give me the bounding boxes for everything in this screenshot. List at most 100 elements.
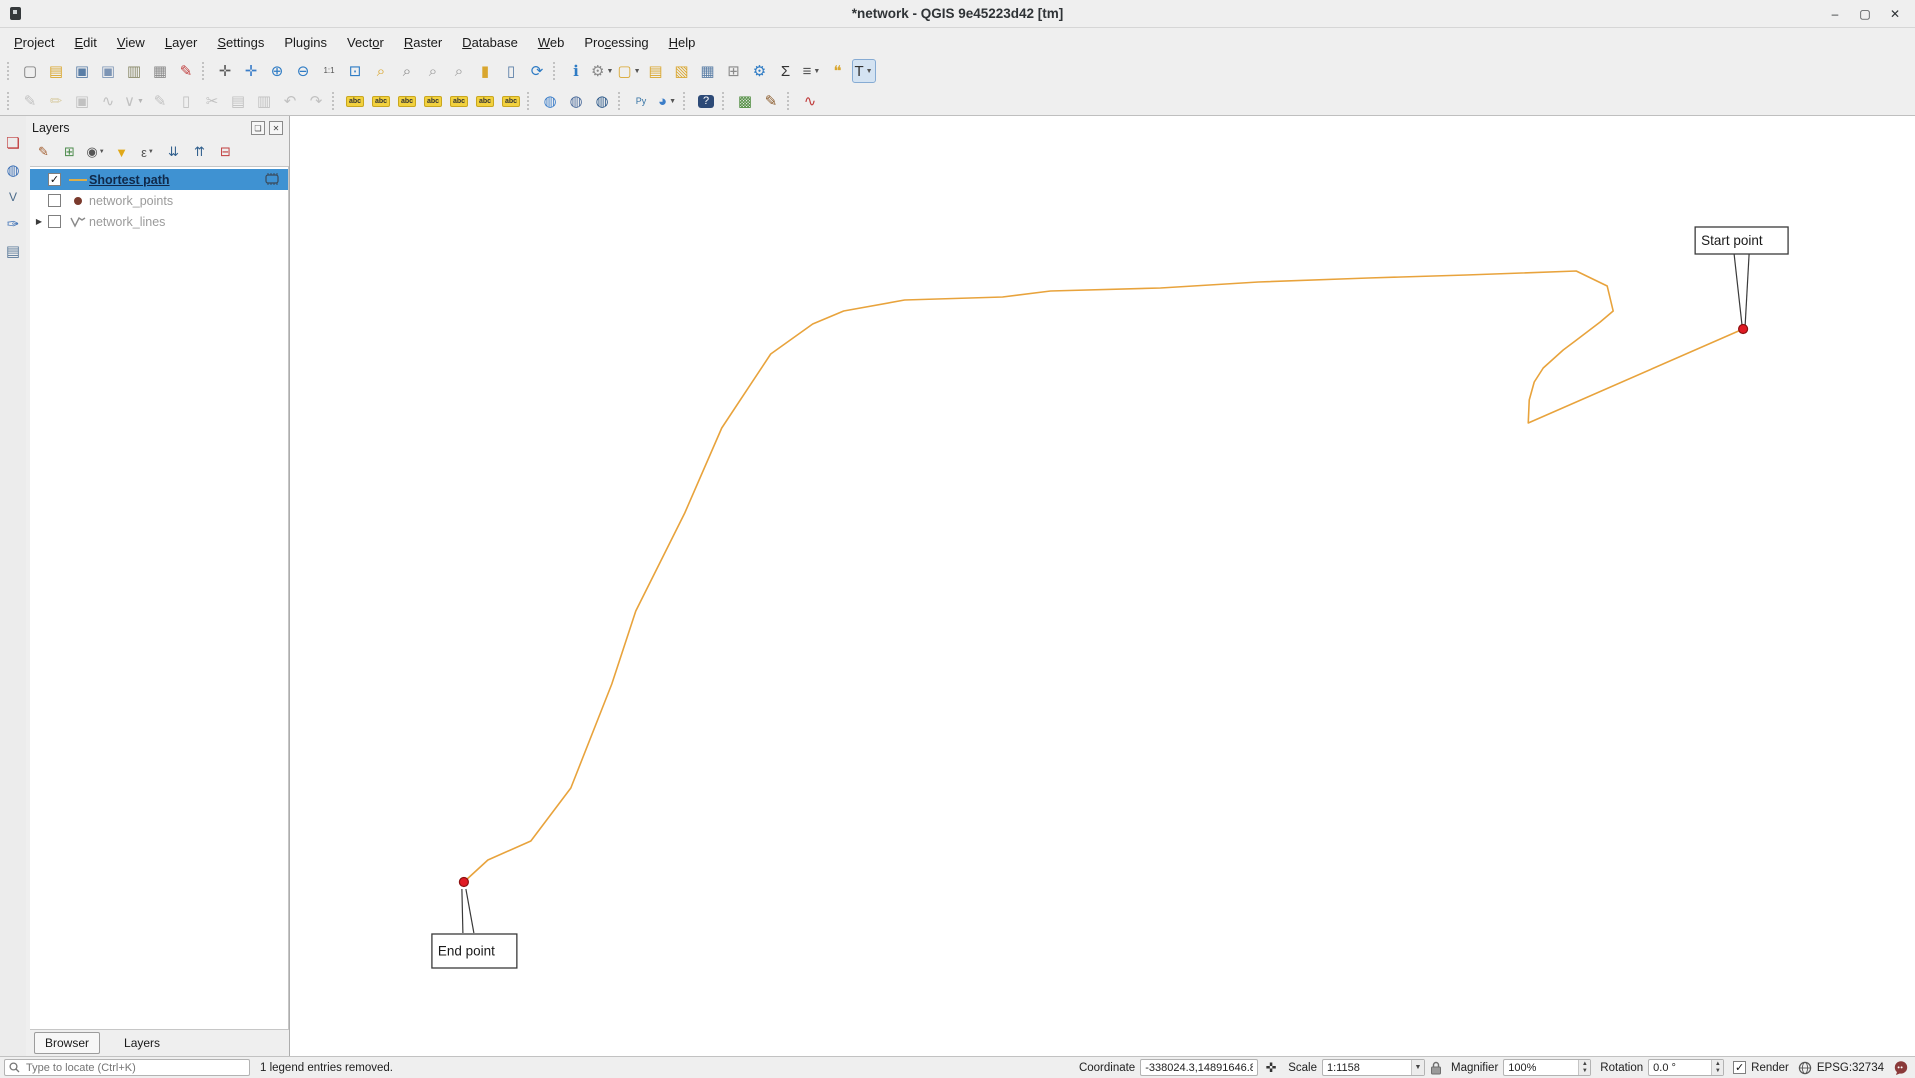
menu-layer[interactable]: Layer (155, 31, 208, 54)
multi-edit-button[interactable]: ✎ (759, 89, 783, 113)
new-print-layout-button[interactable]: ▥ (122, 59, 146, 83)
run-feature-action-button[interactable]: ⚙▼ (590, 59, 614, 83)
toggle-editing-button[interactable]: ✏ (44, 89, 68, 113)
expander-icon[interactable]: ▶ (30, 217, 48, 226)
expand-all-button[interactable]: ⇊ (164, 143, 183, 162)
redo-button[interactable]: ↷ (304, 89, 328, 113)
menu-edit[interactable]: Edit (64, 31, 106, 54)
minimize-button[interactable]: – (1827, 6, 1843, 22)
show-bookmarks-button[interactable]: ▯ (499, 59, 523, 83)
quickmap-services-button[interactable]: ▩ (733, 89, 757, 113)
statistical-summary-button[interactable]: Σ (774, 59, 798, 83)
scale-dropdown-icon[interactable]: ▼ (1411, 1060, 1424, 1075)
open-attribute-table-button[interactable]: ▦ (696, 59, 720, 83)
menu-help[interactable]: Help (659, 31, 706, 54)
show-layout-manager-button[interactable]: ▦ (148, 59, 172, 83)
maximize-button[interactable]: ▢ (1857, 6, 1873, 22)
locator-search[interactable] (4, 1059, 250, 1076)
vertex-tool-dropdown-icon[interactable]: ▼ (137, 98, 144, 105)
python-console-button[interactable]: Py (629, 89, 653, 113)
new-bookmark-button[interactable]: ▮ (473, 59, 497, 83)
measure-line-button[interactable]: ≡▼ (800, 59, 824, 83)
processing-toolbox-button[interactable]: ⚙ (748, 59, 772, 83)
delete-selected-button[interactable]: ▯ (174, 89, 198, 113)
layer-item-shortest-path[interactable]: ✓Shortest path (30, 169, 288, 190)
deselect-features-button[interactable]: ▧ (670, 59, 694, 83)
coordinate-input[interactable] (1140, 1059, 1258, 1076)
magnifier-spinbox[interactable]: ▲▼ (1503, 1059, 1591, 1076)
menu-web[interactable]: Web (528, 31, 575, 54)
end-point-marker[interactable] (459, 878, 468, 887)
new-virtual-layer-button[interactable]: ▤ (2, 240, 24, 262)
layer-item-network-points[interactable]: network_points (30, 190, 288, 211)
metasearch-button[interactable]: ◍ (538, 89, 562, 113)
vertex-tool-button[interactable]: ∨▼ (122, 89, 146, 113)
pan-to-selection-button[interactable]: ✛ (239, 59, 263, 83)
move-label-button[interactable]: abc (473, 89, 497, 113)
zoom-to-layer-button[interactable]: ⌕ (395, 59, 419, 83)
add-vector-layer-button[interactable]: V (2, 186, 24, 208)
osm-place-search-dropdown-icon[interactable]: ▼ (669, 98, 676, 105)
menu-project[interactable]: Project (4, 31, 64, 54)
undo-button[interactable]: ↶ (278, 89, 302, 113)
show-hide-labels-button[interactable]: abc (447, 89, 471, 113)
select-by-value-button[interactable]: ▤ (644, 59, 668, 83)
menu-view[interactable]: View (107, 31, 155, 54)
rotation-spinbox[interactable]: ▲▼ (1648, 1059, 1724, 1076)
zoom-in-button[interactable]: ⊕ (265, 59, 289, 83)
data-source-manager-button[interactable]: ❏ (2, 132, 24, 154)
panel-close-icon[interactable]: ✕ (269, 121, 283, 135)
memory-layer-indicator-icon[interactable] (264, 173, 280, 188)
highlight-pinned-labels-button[interactable]: abc (395, 89, 419, 113)
filter-by-expression-button[interactable]: ε▼ (138, 143, 157, 162)
locator-input[interactable] (24, 1061, 245, 1075)
web-globe-button[interactable]: ◍ (564, 89, 588, 113)
map-tips-button[interactable]: ❝ (826, 59, 850, 83)
pan-map-button[interactable]: ✛ (213, 59, 237, 83)
layer-visibility-checkbox[interactable]: ✓ (48, 173, 61, 186)
panel-tab-browser[interactable]: Browser (34, 1032, 100, 1054)
add-group-button[interactable]: ⊞ (60, 143, 79, 162)
magnifier-input[interactable] (1504, 1060, 1578, 1075)
refresh-map-button[interactable]: ⟳ (525, 59, 549, 83)
open-project-button[interactable]: ▤ (44, 59, 68, 83)
zoom-full-button[interactable]: ⊡ (343, 59, 367, 83)
scale-input[interactable] (1323, 1060, 1411, 1075)
rotation-spin-icons[interactable]: ▲▼ (1711, 1060, 1723, 1075)
render-checkbox[interactable]: ✓ (1733, 1061, 1746, 1074)
save-project-button[interactable]: ▣ (70, 59, 94, 83)
close-button[interactable]: ✕ (1887, 6, 1903, 22)
help-contents-button[interactable]: ? (694, 89, 718, 113)
paste-features-button[interactable]: ▥ (252, 89, 276, 113)
filter-by-expression-dropdown-icon[interactable]: ▼ (148, 149, 154, 155)
modify-attributes-button[interactable]: ✎ (148, 89, 172, 113)
scale-combo[interactable]: ▼ (1322, 1059, 1425, 1076)
measure-line-dropdown-icon[interactable]: ▼ (813, 68, 820, 75)
menu-settings[interactable]: Settings (207, 31, 274, 54)
panel-tab-layers[interactable]: Layers (114, 1033, 170, 1053)
manage-map-themes-button[interactable]: ◉▼ (86, 143, 105, 162)
digitize-feature-button[interactable]: ∿ (96, 89, 120, 113)
field-calculator-button[interactable]: ⊞ (722, 59, 746, 83)
zoom-native-button[interactable]: 1:1 (317, 59, 341, 83)
save-layer-edits-button[interactable]: ▣ (70, 89, 94, 113)
filter-legend-button[interactable]: ▼ (112, 143, 131, 162)
zoom-out-button[interactable]: ⊖ (291, 59, 315, 83)
layer-item-network-lines[interactable]: ▶network_lines (30, 211, 288, 232)
menu-vector[interactable]: Vector (337, 31, 394, 54)
new-shapefile-layer-button[interactable]: ✑ (2, 213, 24, 235)
select-features-dropdown-icon[interactable]: ▼ (634, 68, 641, 75)
osm-place-search-button[interactable]: ◕▼ (655, 89, 679, 113)
select-features-button[interactable]: ▢▼ (616, 59, 641, 83)
collapse-all-button[interactable]: ⇈ (190, 143, 209, 162)
menu-database[interactable]: Database (452, 31, 528, 54)
map-canvas[interactable]: Start pointEnd point (289, 116, 1915, 1056)
add-raster-layer-button[interactable]: ◍ (2, 159, 24, 181)
new-project-button[interactable]: ▢ (18, 59, 42, 83)
start-point-marker[interactable] (1739, 325, 1748, 334)
rotation-input[interactable] (1649, 1060, 1711, 1075)
crs-globe-icon[interactable] (1798, 1061, 1812, 1075)
run-feature-action-dropdown-icon[interactable]: ▼ (606, 68, 613, 75)
toggle-extents-icon[interactable]: ✜ (1263, 1060, 1279, 1076)
zoom-to-selection-button[interactable]: ⌕ (369, 59, 393, 83)
